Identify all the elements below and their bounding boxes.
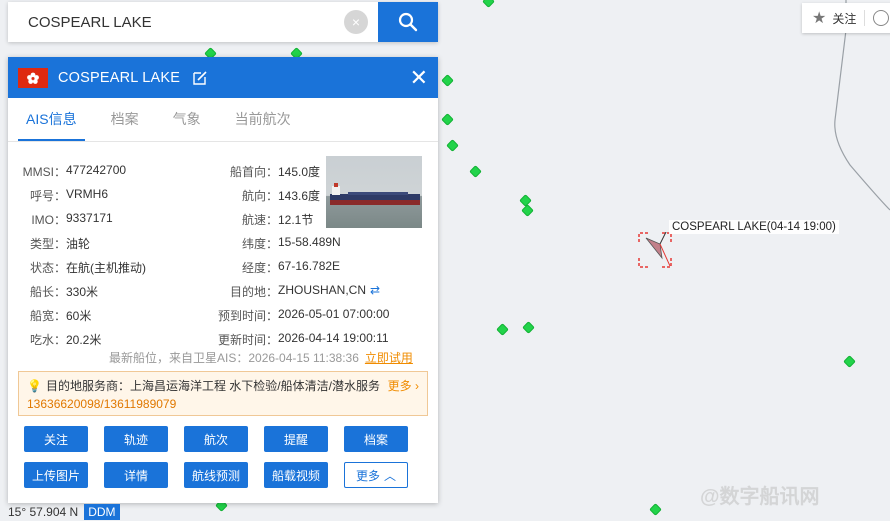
ship-map-label: COSPEARL LAKE(04-14 19:00)	[669, 220, 839, 234]
ais-info: MMSI： 477242700 呼号： VRMH6 IMO： 9337171 类型：油…	[8, 142, 438, 372]
follow-label: 关注	[832, 11, 857, 26]
close-icon[interactable]: ✕	[410, 66, 428, 88]
tab-weather[interactable]: 气象	[165, 109, 209, 141]
field-status: 状态： 在航(主机推动)	[29, 261, 146, 275]
field-course: 航向： 143.6度	[241, 189, 321, 203]
service-phone[interactable]: 13636620098/13611989079	[27, 397, 176, 411]
field-eta: 预到时间： 2026-05-01 07:00:00	[217, 307, 390, 323]
search-icon	[398, 12, 418, 32]
more-button[interactable]: 更多 ︿	[344, 462, 408, 488]
field-speed: 航速： 12.1节	[241, 213, 314, 227]
reminder-button[interactable]: 提醒	[264, 426, 328, 452]
field-latitude: 纬度： 15-58.489N	[241, 235, 341, 251]
search-bar: ×	[8, 2, 438, 42]
archive-button[interactable]: 档案	[344, 426, 408, 452]
field-heading: 船首向： 145.0度	[229, 165, 321, 179]
panel-header: COSPEARL LAKE ✕	[8, 57, 438, 98]
tab-ais[interactable]: AIS信息	[18, 109, 85, 141]
divider	[864, 10, 866, 26]
chevron-up-icon: ︿	[384, 468, 397, 483]
follow-button[interactable]: 关注	[24, 426, 88, 452]
lightbulb-icon: 💡	[27, 379, 42, 393]
tab-voyage[interactable]: 当前航次	[227, 109, 299, 141]
cursor-coordinate: 15° 57.904 N	[8, 505, 79, 519]
ship-photo[interactable]	[326, 156, 422, 228]
coordinate-readout: 15° 57.904 N DDM	[8, 503, 120, 521]
clear-icon[interactable]: ×	[344, 10, 368, 34]
search-button[interactable]	[378, 2, 438, 42]
target-icon[interactable]	[873, 10, 890, 26]
swap-icon[interactable]: ⇄	[370, 283, 380, 300]
service-more-link[interactable]: 更多 ›	[388, 377, 419, 395]
upload-photo-button[interactable]: 上传图片	[24, 462, 88, 488]
ship-name: COSPEARL LAKE	[58, 69, 181, 86]
hong-kong-flag-icon	[18, 67, 48, 88]
follow-control[interactable]: ★ 关注	[802, 3, 890, 33]
selected-ship-marker[interactable]	[638, 232, 672, 268]
watermark: @数字船讯网	[700, 486, 820, 508]
field-imo: IMO： 9337171	[31, 211, 113, 227]
ship-video-button[interactable]: 船载视频	[264, 462, 328, 488]
satellite-note: 最新船位，来自卫星AIS：2026-04-15 11:38:36 立即试用	[109, 351, 413, 365]
field-beam: 船宽： 60米	[29, 309, 92, 323]
search-input[interactable]	[8, 2, 344, 42]
details-button[interactable]: 详情	[104, 462, 168, 488]
route-prediction-button[interactable]: 航线预测	[184, 462, 248, 488]
field-type: 类型： 油轮	[29, 237, 91, 251]
field-longitude: 经度： 67-16.782E	[241, 259, 341, 275]
coord-format-toggle[interactable]: DDM	[84, 504, 120, 520]
field-length: 船长： 330米	[29, 285, 99, 299]
destination-service: 💡 目的地服务商：上海昌运海洋工程 水下检验/船体清洁/潜水服务 13636620…	[18, 371, 428, 416]
panel-tabs: AIS信息 档案 气象 当前航次	[8, 98, 438, 142]
edit-icon[interactable]	[192, 70, 208, 86]
star-icon: ★	[812, 10, 827, 27]
tab-archive[interactable]: 档案	[103, 109, 147, 141]
try-now-link[interactable]: 立即试用	[365, 351, 413, 365]
field-callsign: 呼号： VRMH6	[29, 187, 109, 203]
field-mmsi: MMSI： 477242700	[22, 163, 127, 179]
field-destination: 目的地： ZHOUSHAN,CN ⇄	[229, 283, 381, 300]
voyage-button[interactable]: 航次	[184, 426, 248, 452]
track-button[interactable]: 轨迹	[104, 426, 168, 452]
field-updated: 更新时间： 2026-04-14 19:00:11	[217, 331, 389, 347]
ship-info-panel: COSPEARL LAKE ✕ AIS信息 档案 气象 当前航次 MMSI： 47…	[8, 57, 438, 503]
field-draught: 吃水： 20.2米	[29, 333, 102, 347]
